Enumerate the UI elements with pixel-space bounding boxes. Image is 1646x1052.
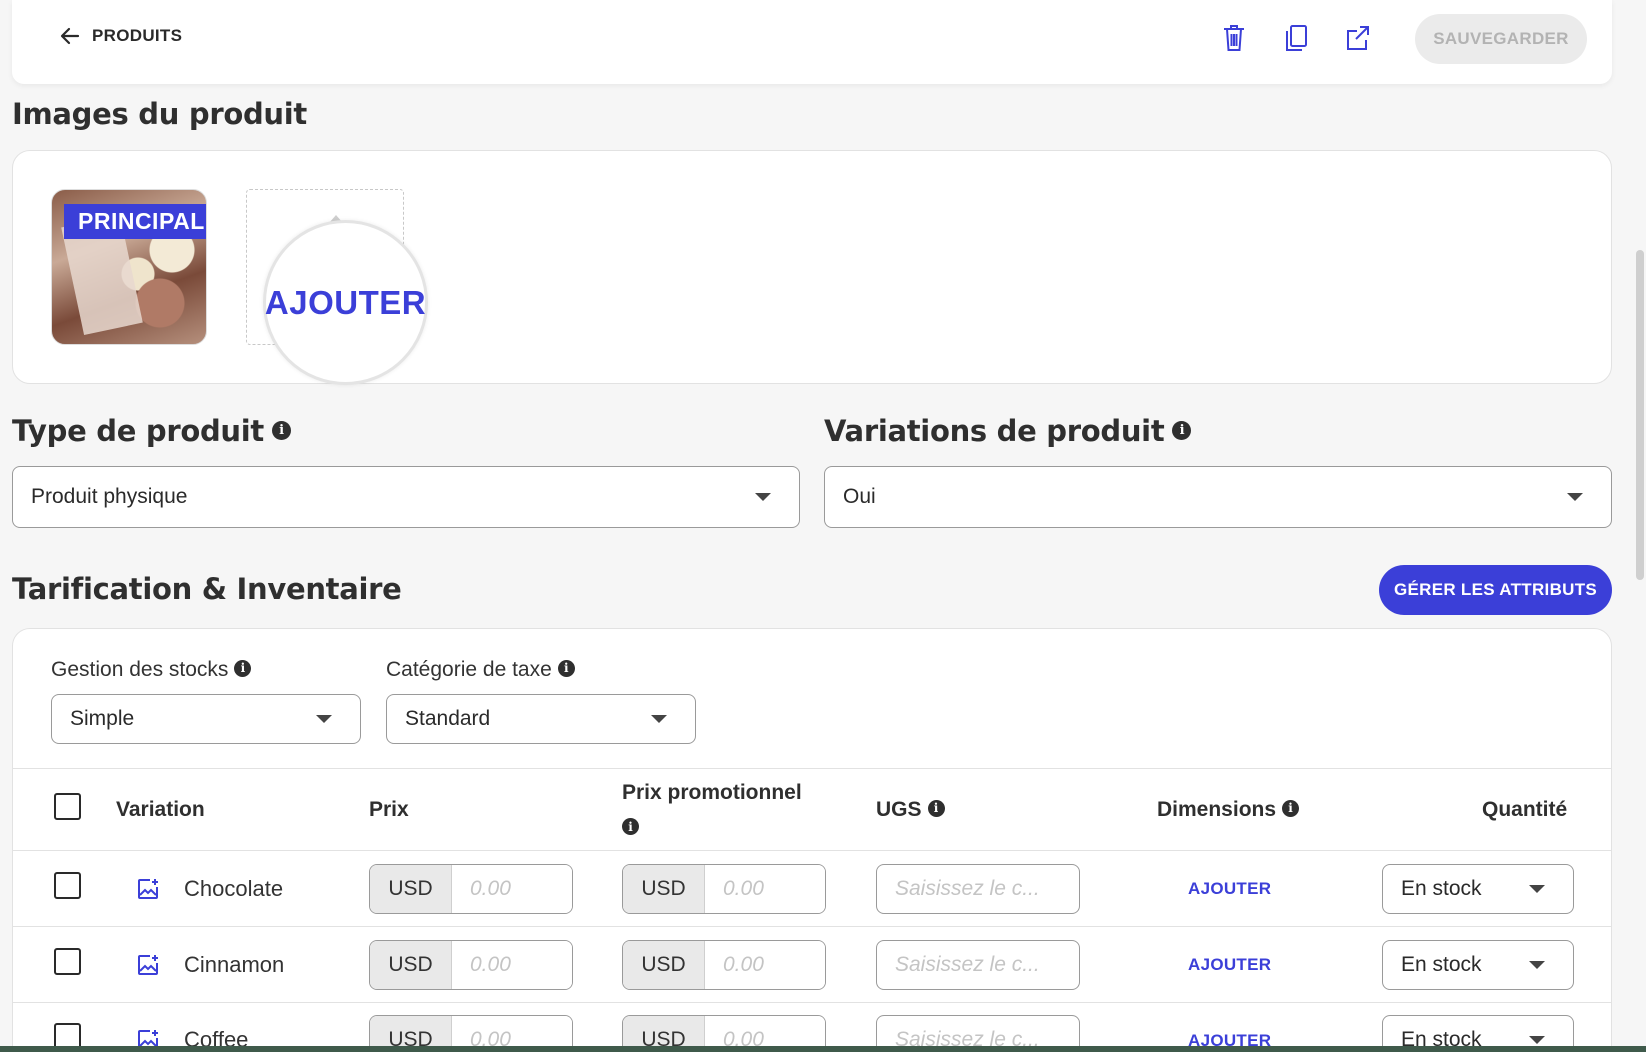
open-external-button[interactable] [1343, 22, 1373, 54]
header-dimensions-text: Dimensions [1157, 798, 1277, 821]
header-sale-price: Prix promotionnel [622, 781, 802, 804]
variations-title: Variations de produit i [824, 414, 1192, 448]
add-image-label: AJOUTER [264, 283, 427, 321]
price-field[interactable] [452, 941, 572, 989]
variations-value: Oui [843, 485, 876, 508]
add-image-icon[interactable] [136, 953, 160, 977]
tax-category-value: Standard [405, 707, 491, 730]
tax-category-label-text: Catégorie de taxe [386, 658, 552, 681]
header-sku: UGS i [876, 798, 945, 822]
add-dimensions-link[interactable]: AJOUTER [1188, 955, 1271, 975]
images-section-title: Images du produit [12, 97, 307, 131]
header-sku-text: UGS [876, 798, 922, 821]
chevron-down-icon [755, 493, 771, 501]
header-dimensions: Dimensions i [1157, 798, 1300, 822]
back-label: PRODUITS [92, 26, 183, 45]
chevron-down-icon [1567, 493, 1583, 501]
tax-category-label: Catégorie de taxe i [386, 658, 575, 682]
table-divider [13, 768, 1611, 769]
stock-management-label-text: Gestion des stocks [51, 658, 229, 681]
duplicate-icon [1286, 25, 1307, 51]
stock-management-value: Simple [70, 707, 135, 730]
variations-title-text: Variations de produit [824, 414, 1165, 448]
sku-input[interactable] [876, 864, 1080, 914]
variation-name: Cinnamon [184, 952, 285, 977]
price-input[interactable]: USD [369, 864, 573, 914]
chevron-down-icon [316, 715, 332, 723]
arrow-left-icon [60, 27, 80, 45]
chevron-down-icon [1529, 961, 1545, 969]
save-button[interactable]: SAUVEGARDER [1415, 14, 1587, 64]
images-card: PRINCIPAL AJOUTER [12, 150, 1612, 385]
sku-input[interactable] [876, 940, 1080, 990]
row-checkbox[interactable] [54, 948, 81, 975]
sale-price-input[interactable]: USD [622, 864, 826, 914]
variations-select[interactable]: Oui [824, 466, 1612, 528]
product-type-value: Produit physique [31, 485, 188, 508]
top-bar: PRODUITS SAUVEGARDER [12, 0, 1612, 84]
header-quantity: Quantité [1482, 798, 1568, 821]
sale-price-field[interactable] [705, 865, 825, 913]
principal-badge: PRINCIPAL [64, 204, 206, 239]
sale-price-input[interactable]: USD [622, 940, 826, 990]
info-icon[interactable]: i [1282, 799, 1300, 817]
duplicate-button[interactable] [1281, 22, 1311, 54]
currency-label: USD [623, 941, 705, 989]
product-type-title-text: Type de produit [12, 414, 264, 448]
manage-attributes-button[interactable]: GÉRER LES ATTRIBUTS [1379, 565, 1612, 615]
chevron-down-icon [1529, 1036, 1545, 1044]
sale-price-field[interactable] [705, 941, 825, 989]
table-divider [13, 926, 1611, 927]
currency-label: USD [623, 865, 705, 913]
stock-status-value: En stock [1401, 953, 1482, 976]
back-to-products-link[interactable]: PRODUITS [58, 24, 182, 48]
header-price: Prix [369, 798, 409, 821]
table-divider [13, 850, 1611, 851]
info-icon[interactable]: i [557, 659, 575, 677]
stock-management-label: Gestion des stocks i [51, 658, 252, 682]
stock-status-value: En stock [1401, 877, 1482, 900]
stock-management-select[interactable]: Simple [51, 694, 361, 744]
pricing-section-title: Tarification & Inventaire [12, 572, 402, 606]
product-type-select[interactable]: Produit physique [12, 466, 800, 528]
currency-label: USD [370, 865, 452, 913]
chevron-down-icon [1529, 885, 1545, 893]
currency-label: USD [370, 941, 452, 989]
add-image-button[interactable]: AJOUTER [263, 220, 428, 385]
header-variation: Variation [116, 798, 205, 821]
variation-name: Chocolate [184, 876, 284, 901]
trash-icon [1224, 25, 1244, 51]
external-link-icon [1347, 26, 1369, 50]
info-icon[interactable]: i [927, 799, 945, 817]
price-field[interactable] [452, 865, 572, 913]
table-divider [13, 1002, 1611, 1003]
price-input[interactable]: USD [369, 940, 573, 990]
stock-status-select[interactable]: En stock [1382, 864, 1574, 914]
product-type-title: Type de produit i [12, 414, 291, 448]
stock-status-select[interactable]: En stock [1382, 940, 1574, 990]
row-checkbox[interactable] [54, 872, 81, 899]
window-bottom-edge [0, 1046, 1646, 1052]
add-image-icon[interactable] [136, 877, 160, 901]
scrollbar-thumb[interactable] [1636, 250, 1644, 580]
info-icon[interactable]: i [1172, 420, 1192, 440]
info-icon[interactable]: i [234, 659, 252, 677]
add-dimensions-link[interactable]: AJOUTER [1188, 879, 1271, 899]
select-all-checkbox[interactable] [54, 793, 81, 820]
product-main-image[interactable]: PRINCIPAL [51, 189, 207, 345]
info-icon[interactable]: i [271, 420, 291, 440]
chevron-down-icon [651, 715, 667, 723]
delete-button[interactable] [1219, 22, 1249, 54]
tax-category-select[interactable]: Standard [386, 694, 696, 744]
info-icon[interactable]: i [622, 818, 639, 835]
